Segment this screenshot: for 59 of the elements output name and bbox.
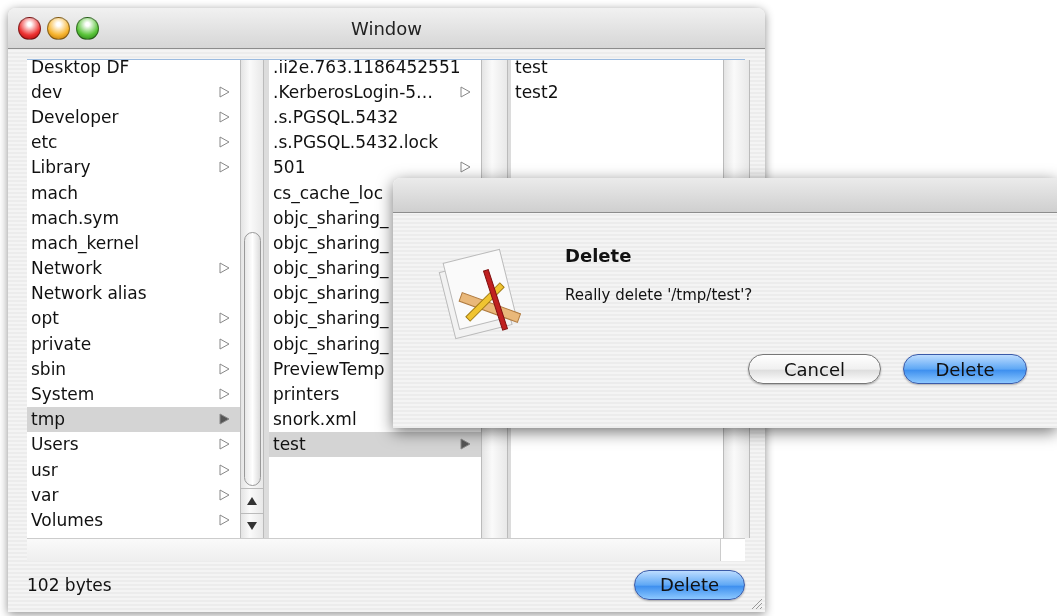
file-list-item[interactable]: mach_kernel <box>27 230 240 256</box>
file-list-item[interactable]: opt <box>27 305 240 332</box>
file-list-item[interactable]: test <box>269 431 481 457</box>
disclosure-arrow-icon <box>460 161 471 174</box>
disclosure-arrow-icon <box>219 362 230 375</box>
file-list-item[interactable]: dev <box>27 79 240 105</box>
file-list-item[interactable]: Developer <box>27 104 240 130</box>
confirm-button[interactable]: Delete <box>903 354 1027 384</box>
file-list-item[interactable]: etc <box>27 129 240 155</box>
disclosure-arrow-icon <box>219 388 230 401</box>
file-list-item[interactable]: .s.PGSQL.5432.lock <box>269 129 481 155</box>
file-list-item[interactable]: sbin <box>27 356 240 382</box>
zoom-button[interactable] <box>76 16 99 40</box>
dialog-title: Delete <box>565 245 633 266</box>
file-list-item[interactable]: mach.sym <box>27 205 240 231</box>
scrollbar[interactable] <box>241 60 264 538</box>
file-list-item[interactable]: Library <box>27 154 240 180</box>
file-list-item[interactable]: Network alias <box>27 280 240 306</box>
disclosure-arrow-icon <box>219 85 230 98</box>
file-list-item[interactable]: mach <box>27 179 240 206</box>
disclosure-arrow-icon <box>219 161 230 174</box>
file-list-item[interactable]: Desktop DF <box>27 60 240 80</box>
disclosure-arrow-icon <box>219 513 230 526</box>
file-list-item[interactable]: test <box>511 60 723 80</box>
delete-button[interactable]: Delete <box>634 569 745 600</box>
file-list-item[interactable]: Users <box>27 431 240 457</box>
up-arrow-icon <box>247 497 257 505</box>
window-title: Window <box>351 17 422 39</box>
disclosure-arrow-icon <box>219 488 230 501</box>
file-list-item[interactable]: Volumes <box>27 507 240 533</box>
close-button[interactable] <box>18 16 41 40</box>
disclosure-arrow-icon <box>219 262 230 275</box>
disclosure-arrow-icon <box>219 337 230 350</box>
down-arrow-icon <box>247 522 257 530</box>
file-list-item[interactable]: 501 <box>269 154 481 180</box>
file-list-item[interactable]: .ii2e.763.1186452551 <box>269 60 481 80</box>
scroll-thumb[interactable] <box>244 232 261 486</box>
disclosure-arrow-icon <box>460 85 471 98</box>
file-list-item[interactable]: tmp <box>27 406 240 432</box>
cancel-button[interactable]: Cancel <box>748 354 881 384</box>
disclosure-arrow-icon <box>460 438 471 451</box>
file-list-item[interactable]: .KerberosLogin-5… <box>269 79 481 105</box>
resize-grip-icon[interactable] <box>751 598 763 610</box>
status-text: 102 bytes <box>27 574 112 595</box>
disclosure-arrow-icon <box>219 413 230 426</box>
disclosure-arrow-icon <box>219 136 230 149</box>
disclosure-arrow-icon <box>219 110 230 123</box>
dialog-message: Really delete '/tmp/test'? <box>565 286 754 304</box>
disclosure-arrow-icon <box>219 438 230 451</box>
disclosure-arrow-icon <box>219 463 230 476</box>
file-list-item[interactable]: System <box>27 381 240 407</box>
file-list-item[interactable]: private <box>27 331 240 357</box>
file-list-item[interactable]: usr <box>27 457 240 483</box>
minimize-button[interactable] <box>47 16 70 40</box>
file-list-item[interactable]: Network <box>27 255 240 281</box>
file-list-item[interactable]: .s.PGSQL.5432 <box>269 104 481 130</box>
file-list-item[interactable]: var <box>27 482 240 508</box>
file-list-item[interactable]: test2 <box>511 79 723 105</box>
disclosure-arrow-icon <box>219 312 230 325</box>
